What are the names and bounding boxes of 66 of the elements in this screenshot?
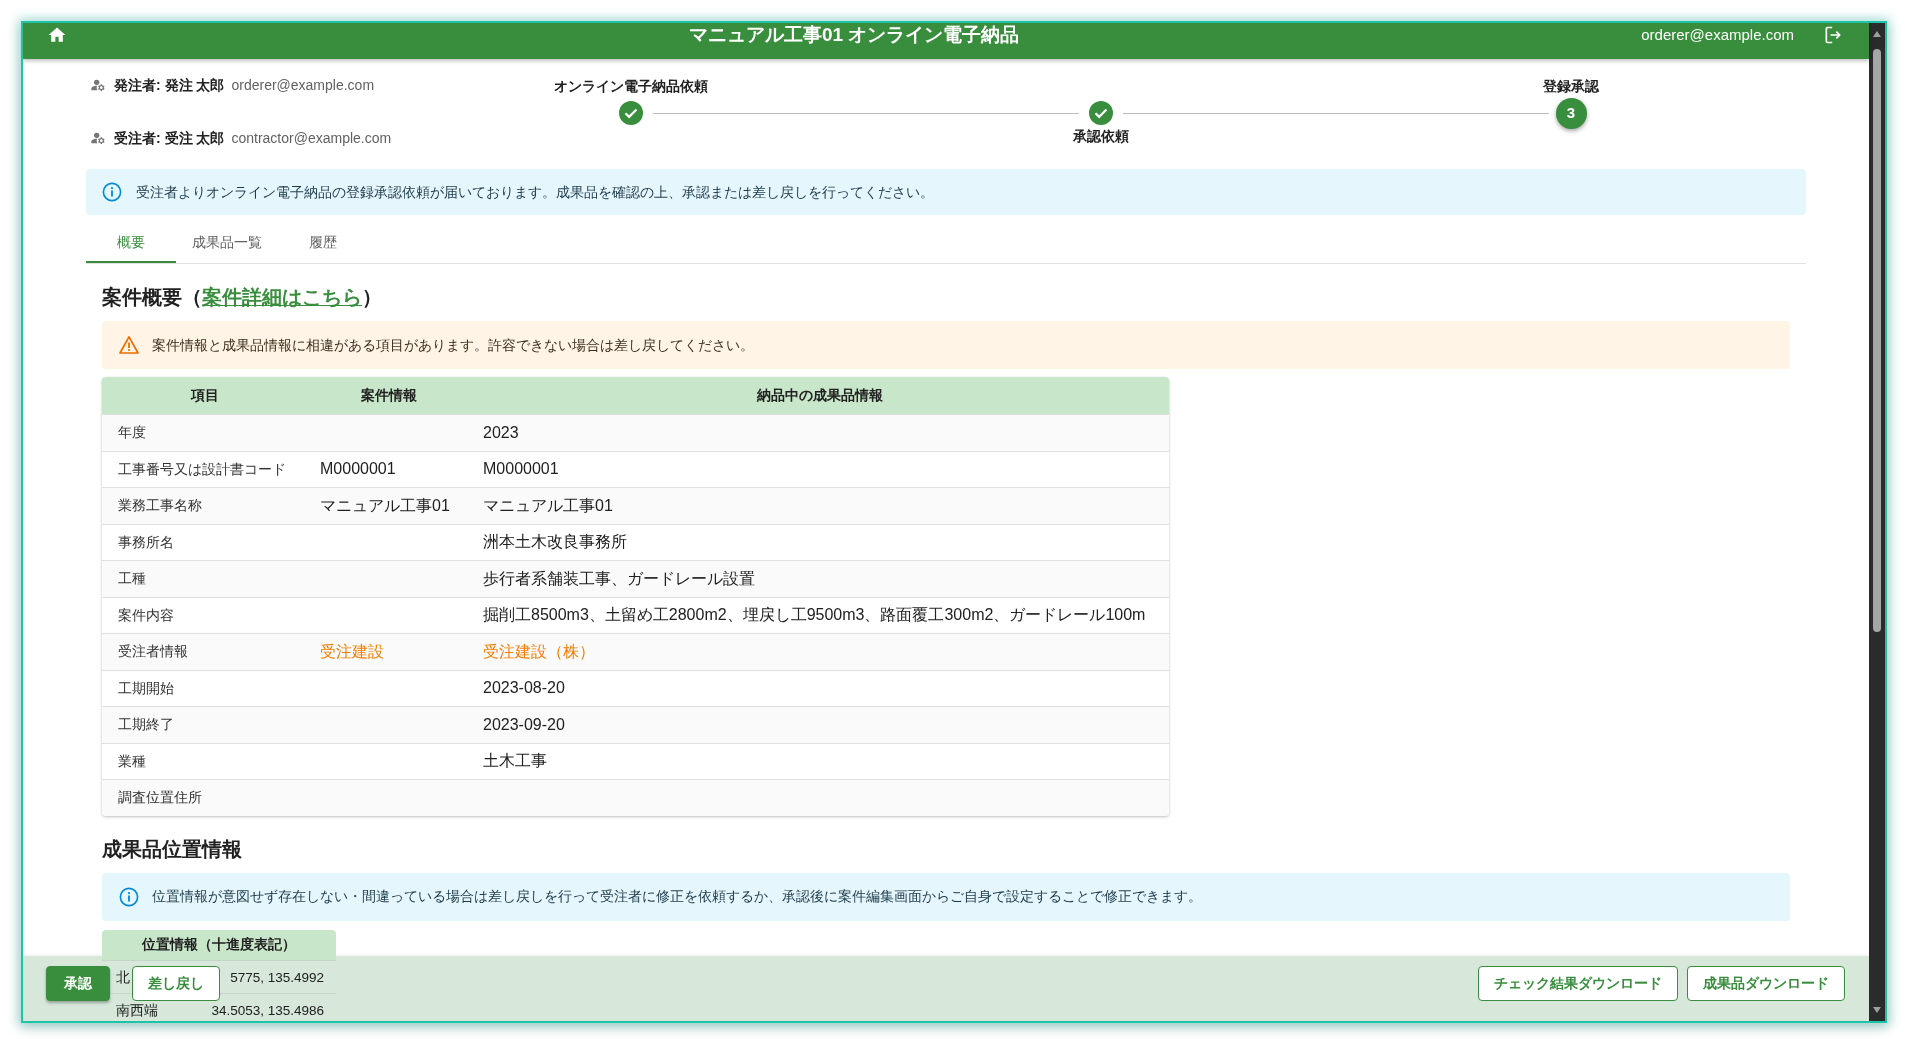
step-label: 登録承認 xyxy=(1543,76,1599,96)
home-icon[interactable] xyxy=(47,25,67,45)
page-title: マニュアル工事01 オンライン電子納品 xyxy=(687,23,1021,47)
location-label: 北 xyxy=(116,969,130,985)
field-label: 事務所名 xyxy=(118,533,174,550)
field-label: 受注者情報 xyxy=(118,643,188,660)
tab[interactable]: 履歴 xyxy=(278,224,368,263)
check-result-download-button[interactable]: チェック結果ダウンロード xyxy=(1478,966,1678,1001)
party-name: 受注者: 受注 太郎 xyxy=(114,128,225,148)
delivered-value: 受注建設（株） xyxy=(483,642,595,660)
up-arrow-icon[interactable] xyxy=(1873,31,1881,37)
delivered-value: 歩行者系舗装工事、ガードレール設置 xyxy=(483,569,755,587)
tab[interactable]: 成果品一覧 xyxy=(176,224,278,263)
delivered-value: M0000001 xyxy=(483,460,559,478)
location-label: 南西端 xyxy=(116,1002,158,1018)
warning-text: 案件情報と成果品情報に相違がある項目があります。許容できない場合は差し戻してください。 xyxy=(152,335,754,355)
delivered-value: 掘削工8500m3、土留め工2800m2、埋戻し工9500m3、路面覆工300m2、ガードレール100m xyxy=(483,606,1146,624)
return-button[interactable]: 差し戻し xyxy=(132,966,220,1001)
project-value: マニュアル工事01 xyxy=(320,496,450,514)
logout-icon[interactable] xyxy=(1823,25,1843,45)
delivered-value: 2023-09-20 xyxy=(483,715,565,733)
field-label: 年度 xyxy=(118,424,146,441)
step-label: 承認依頼 xyxy=(1073,126,1129,146)
info-text: 位置情報が意図せず存在しない・間違っている場合は差し戻しを行って受注者に修正を依頼するか、承認後に案件編集画面からご自身で設定することで修正できます。 xyxy=(152,887,1202,906)
section-heading: 案件概要（案件詳細はこちら） xyxy=(102,285,383,310)
field-label: 工期終了 xyxy=(118,716,174,733)
scrollbar-thumb[interactable] xyxy=(1873,49,1881,632)
party-email: contractor@example.com xyxy=(231,128,392,148)
field-label: 調査位置住所 xyxy=(118,789,202,806)
field-label: 業種 xyxy=(118,752,146,769)
approve-button[interactable]: 承認 xyxy=(46,966,110,1001)
field-label: 工期開始 xyxy=(118,679,174,696)
project-detail-link[interactable]: 案件詳細はこちら xyxy=(202,286,362,308)
field-label: 業務工事名称 xyxy=(118,497,202,514)
column-header: 案件情報 xyxy=(307,377,470,414)
coordinate-value: 34.5053, 135.4986 xyxy=(211,1002,324,1018)
user-email: orderer@example.com xyxy=(1641,25,1794,45)
party-email: orderer@example.com xyxy=(231,75,375,95)
tab[interactable]: 概要 xyxy=(86,224,176,263)
project-value: 受注建設 xyxy=(320,642,384,660)
scrollbar[interactable] xyxy=(1869,23,1885,1021)
user-gear-icon xyxy=(90,130,106,146)
notice-text: 受注者よりオンライン電子納品の登録承認依頼が届いております。成果品を確認の上、承認または差し戻しを行ってください。 xyxy=(136,182,934,202)
step-number: 3 xyxy=(1555,97,1587,129)
warning-icon xyxy=(119,335,139,355)
column-header: 項目 xyxy=(102,377,307,414)
delivered-value: 2023 xyxy=(483,423,519,441)
section-heading: 成果品位置情報 xyxy=(102,836,243,862)
user-gear-icon xyxy=(90,77,106,93)
delivered-value: 土木工事 xyxy=(483,752,547,770)
step-label: オンライン電子納品依頼 xyxy=(554,76,708,96)
info-icon xyxy=(119,886,139,907)
delivered-value: 2023-08-20 xyxy=(483,679,565,697)
field-label: 案件内容 xyxy=(118,606,174,623)
down-arrow-icon[interactable] xyxy=(1873,1007,1881,1013)
field-label: 工事番号又は設計書コード xyxy=(118,460,286,477)
field-label: 工種 xyxy=(118,570,146,587)
project-value: M0000001 xyxy=(320,460,396,478)
column-header: 納品中の成果品情報 xyxy=(470,377,1170,414)
delivered-value: 洲本土木改良事務所 xyxy=(483,533,627,551)
deliverable-download-button[interactable]: 成果品ダウンロード xyxy=(1687,966,1845,1001)
column-header: 位置情報（十進度表記） xyxy=(102,929,336,960)
delivered-value: マニュアル工事01 xyxy=(483,496,613,514)
party-name: 発注者: 発注 太郎 xyxy=(114,75,225,95)
coordinate-value: 5775, 135.4992 xyxy=(230,969,324,985)
info-icon xyxy=(102,182,122,202)
